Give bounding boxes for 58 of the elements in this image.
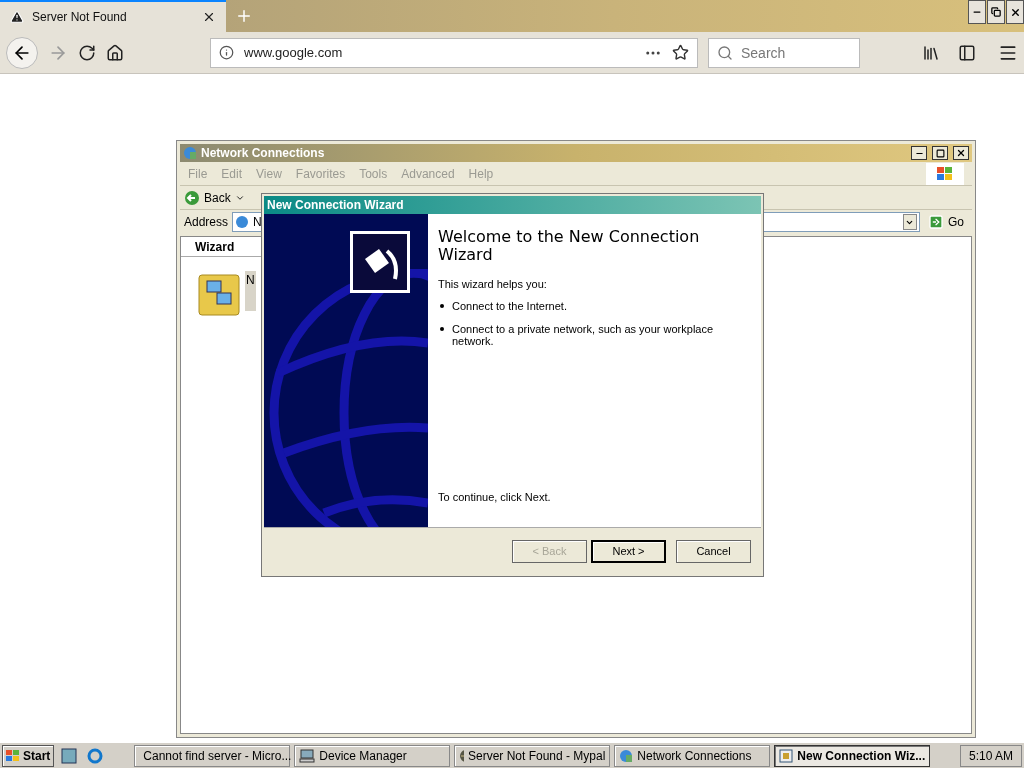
item-label[interactable]: N [245, 271, 256, 311]
computer-icon [299, 748, 316, 763]
wizard-icon [779, 748, 794, 763]
dialog-button[interactable]: Next > [591, 539, 666, 563]
window-title: Network Connections [201, 146, 326, 160]
close-icon [1009, 6, 1021, 18]
intro-text: This wizard helps you: [438, 278, 548, 290]
maximize-icon [935, 148, 945, 158]
back-label[interactable]: Back [204, 190, 231, 205]
start-button[interactable]: Start [2, 744, 55, 767]
go-button[interactable]: Go [924, 214, 968, 230]
close-icon [956, 148, 966, 158]
url-field[interactable]: www.google.com [210, 37, 698, 68]
browser-tab[interactable]: Server Not Found [0, 0, 226, 32]
search-field[interactable]: Search [708, 37, 860, 68]
network-icon [619, 748, 634, 763]
close-icon[interactable] [202, 10, 216, 24]
dialog-button[interactable]: Cancel [676, 539, 751, 563]
network-folder-icon[interactable] [197, 271, 243, 317]
taskbar-button[interactable]: Device Manager [294, 744, 451, 767]
sidebar-icon[interactable] [958, 43, 976, 62]
windows-logo [6, 749, 20, 762]
clock: 5:10 AM [960, 744, 1022, 767]
warning-icon [10, 10, 24, 24]
bullet-icon [440, 304, 444, 308]
bullet-icon [440, 327, 444, 331]
network-cable-icon [350, 231, 410, 293]
reload-icon[interactable] [78, 43, 96, 62]
close-button[interactable] [1006, 0, 1024, 24]
bullet-text: Connect to the Internet. [452, 300, 567, 312]
wizard-heading: Welcome to the New Connection Wizard [438, 228, 701, 264]
footer-text: To continue, click Next. [438, 491, 552, 503]
tab-title: Server Not Found [32, 10, 128, 24]
info-icon [219, 45, 234, 60]
windows-logo [926, 162, 964, 185]
restore-button[interactable] [987, 0, 1005, 24]
taskbar-button[interactable]: Network Connections [614, 744, 771, 767]
network-icon [183, 146, 197, 160]
minimize-button[interactable] [968, 0, 986, 24]
bullet-text: Connect to a private network, such as your workplace network. [452, 323, 715, 347]
address-text: N [253, 215, 262, 229]
dropdown-button[interactable] [903, 214, 917, 230]
desktop-icon[interactable] [61, 747, 78, 764]
address-label: Address [184, 215, 229, 229]
dialog-title: New Connection Wizard [267, 198, 405, 212]
home-icon[interactable] [106, 43, 124, 62]
library-icon[interactable] [922, 43, 940, 62]
taskbar-button[interactable]: New Connection Wiz... [774, 744, 931, 767]
taskbar-button[interactable]: Server Not Found - Mypal [454, 744, 611, 767]
search-icon [717, 44, 733, 61]
close-button[interactable] [953, 146, 969, 160]
ie-icon[interactable] [87, 747, 104, 764]
taskbar-button[interactable]: Cannot find server - Micro... [134, 744, 291, 767]
maximize-button[interactable] [932, 146, 948, 160]
back-button[interactable] [6, 36, 38, 69]
star-icon[interactable] [672, 44, 689, 61]
restore-icon [991, 7, 1001, 17]
minimize-button[interactable] [911, 146, 927, 160]
